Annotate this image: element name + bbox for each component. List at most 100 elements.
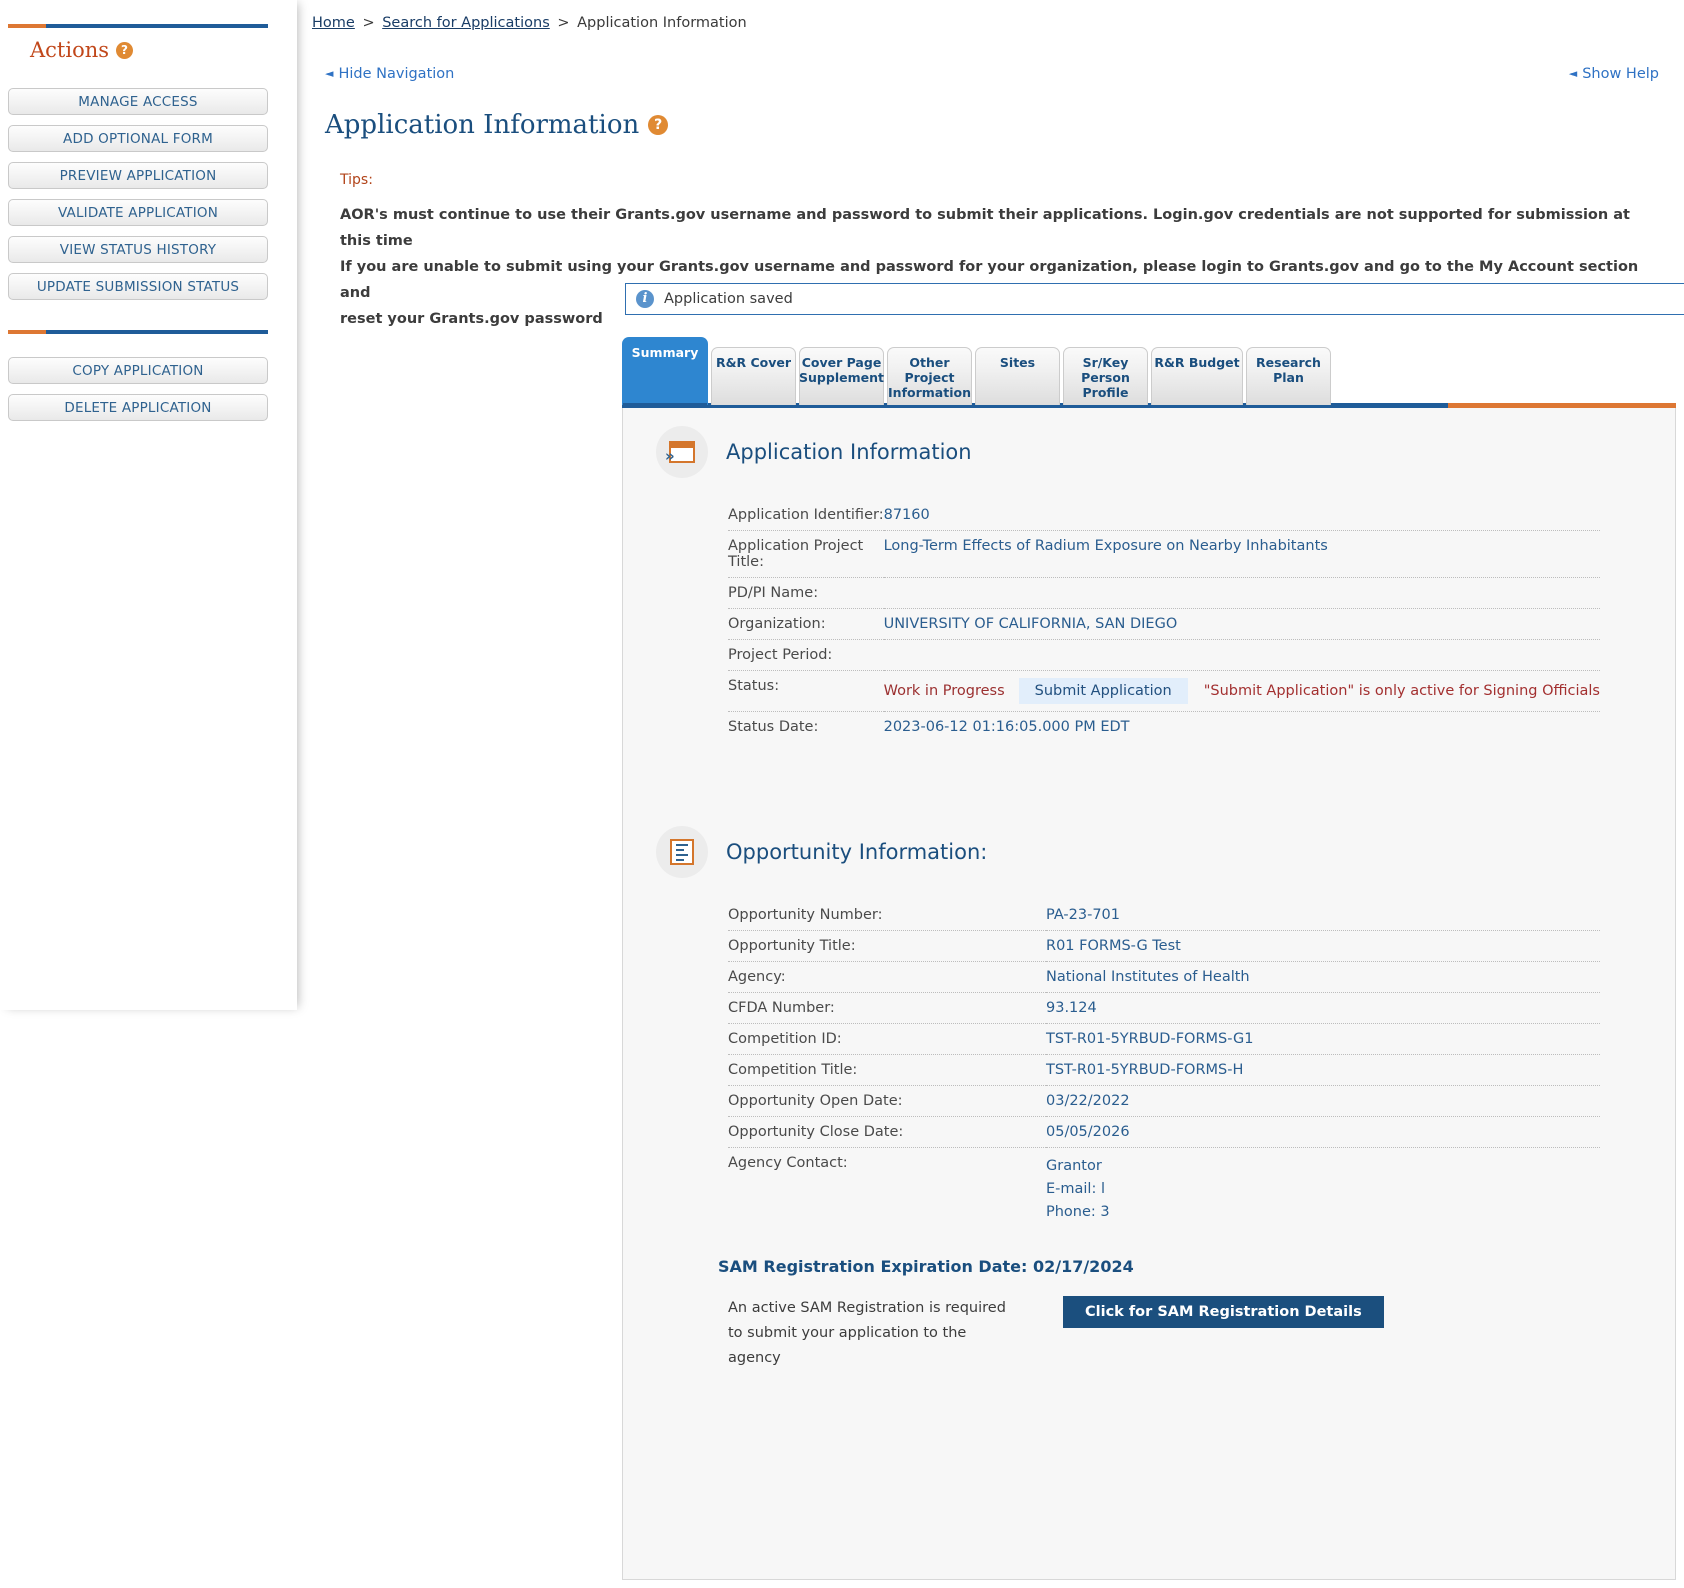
- status-date-value: 2023-06-12 01:16:05.000 PM EDT: [884, 712, 1600, 743]
- alert-message: Application saved: [664, 291, 793, 307]
- view-status-history-button[interactable]: VIEW STATUS HISTORY: [8, 236, 268, 263]
- opportunity-number-value: PA-23-701: [1046, 900, 1600, 931]
- opportunity-title-value: R01 FORMS-G Test: [1046, 931, 1600, 962]
- caret-left-icon: ◄: [1569, 67, 1577, 80]
- opportunity-information-title: Opportunity Information:: [726, 840, 987, 864]
- agency-contact-name: Grantor: [1046, 1155, 1118, 1178]
- validate-application-button[interactable]: VALIDATE APPLICATION: [8, 199, 268, 226]
- sam-registration-expiration-title: SAM Registration Expiration Date: 02/17/…: [718, 1257, 1675, 1276]
- document-lines-icon: [656, 826, 708, 878]
- submit-application-note: "Submit Application" is only active for …: [1204, 683, 1600, 699]
- table-row: Application Identifier: 87160: [728, 500, 1600, 531]
- pd-pi-name-value: [884, 578, 1600, 609]
- help-icon[interactable]: ?: [648, 115, 668, 135]
- project-period-label: Project Period:: [728, 640, 884, 671]
- main-content: Home > Search for Applications > Applica…: [297, 0, 1684, 1588]
- tab-cover-page-supplement[interactable]: Cover Page Supplement: [799, 347, 884, 405]
- table-row: Status Date: 2023-06-12 01:16:05.000 PM …: [728, 712, 1600, 743]
- organization-value: UNIVERSITY OF CALIFORNIA, SAN DIEGO: [884, 609, 1600, 640]
- tab-rr-cover[interactable]: R&R Cover: [711, 347, 796, 405]
- table-row: Application Project Title: Long-Term Eff…: [728, 531, 1600, 578]
- show-help-label: Show Help: [1582, 66, 1659, 82]
- sidebar-middle-divider: [8, 330, 268, 334]
- table-row: Competition Title: TST-R01-5YRBUD-FORMS-…: [728, 1055, 1600, 1086]
- competition-title-value: TST-R01-5YRBUD-FORMS-H: [1046, 1055, 1600, 1086]
- show-help-toggle[interactable]: ◄ Show Help: [1569, 66, 1659, 82]
- application-identifier-label: Application Identifier:: [728, 500, 884, 531]
- application-identifier-value: 87160: [884, 500, 1600, 531]
- tips-line-1: AOR's must continue to use their Grants.…: [340, 202, 1664, 254]
- help-icon[interactable]: ?: [116, 42, 133, 59]
- organization-label: Organization:: [728, 609, 884, 640]
- table-row: Organization: UNIVERSITY OF CALIFORNIA, …: [728, 609, 1600, 640]
- copy-application-button[interactable]: COPY APPLICATION: [8, 357, 268, 384]
- table-row: Project Period:: [728, 640, 1600, 671]
- status-label: Status:: [728, 671, 884, 712]
- info-icon: i: [636, 290, 654, 308]
- competition-title-label: Competition Title:: [728, 1055, 1046, 1086]
- hide-navigation-label: Hide Navigation: [338, 66, 454, 82]
- breadcrumb-current: Application Information: [577, 15, 747, 31]
- agency-contact-label: Agency Contact:: [728, 1148, 1046, 1232]
- submit-application-button[interactable]: Submit Application: [1019, 678, 1188, 704]
- summary-panel: » Application Information Application Id…: [622, 408, 1676, 1580]
- status-alert-banner: i Application saved: [625, 283, 1684, 315]
- opportunity-information-heading: Opportunity Information:: [623, 826, 1675, 878]
- tab-summary[interactable]: Summary: [622, 337, 708, 405]
- agency-label: Agency:: [728, 962, 1046, 993]
- project-period-value: [884, 640, 1600, 671]
- caret-left-icon: ◄: [325, 67, 333, 80]
- application-information-table: Application Identifier: 87160 Applicatio…: [728, 500, 1600, 742]
- hide-navigation-toggle[interactable]: ◄ Hide Navigation: [325, 66, 454, 82]
- actions-sidebar: Actions ? MANAGE ACCESS ADD OPTIONAL FOR…: [0, 0, 297, 1010]
- add-optional-form-button[interactable]: ADD OPTIONAL FORM: [8, 125, 268, 152]
- application-project-title-value: Long-Term Effects of Radium Exposure on …: [884, 531, 1600, 578]
- status-value: Work in Progress: [884, 683, 1005, 699]
- form-tabs: Summary R&R Cover Cover Page Supplement …: [622, 335, 1334, 405]
- window-arrow-icon: »: [656, 426, 708, 478]
- table-row: PD/PI Name:: [728, 578, 1600, 609]
- breadcrumb: Home > Search for Applications > Applica…: [312, 15, 747, 31]
- preview-application-button[interactable]: PREVIEW APPLICATION: [8, 162, 268, 189]
- table-row: Opportunity Number: PA-23-701: [728, 900, 1600, 931]
- page-title: Application Information ?: [325, 110, 668, 140]
- competition-id-label: Competition ID:: [728, 1024, 1046, 1055]
- breadcrumb-separator-2: >: [557, 15, 569, 31]
- status-cell: Work in Progress Submit Application "Sub…: [884, 671, 1600, 712]
- application-information-title: Application Information: [726, 440, 972, 464]
- manage-access-button[interactable]: MANAGE ACCESS: [8, 88, 268, 115]
- tab-other-project-information[interactable]: Other Project Information: [887, 347, 972, 405]
- status-date-label: Status Date:: [728, 712, 884, 743]
- cfda-number-label: CFDA Number:: [728, 993, 1046, 1024]
- agency-contact-value: Grantor E-mail: l Phone: 3: [1046, 1148, 1600, 1232]
- pd-pi-name-label: PD/PI Name:: [728, 578, 884, 609]
- tab-sites[interactable]: Sites: [975, 347, 1060, 405]
- table-row: Agency: National Institutes of Health: [728, 962, 1600, 993]
- table-row: Agency Contact: Grantor E-mail: l Phone:…: [728, 1148, 1600, 1232]
- actions-header-label: Actions: [30, 38, 109, 62]
- table-row: Competition ID: TST-R01-5YRBUD-FORMS-G1: [728, 1024, 1600, 1055]
- section-gap: [623, 742, 1675, 802]
- opportunity-close-date-label: Opportunity Close Date:: [728, 1117, 1046, 1148]
- update-submission-status-button[interactable]: UPDATE SUBMISSION STATUS: [8, 273, 268, 300]
- tab-rr-budget[interactable]: R&R Budget: [1151, 347, 1243, 405]
- table-row: CFDA Number: 93.124: [728, 993, 1600, 1024]
- agency-contact-phone: Phone: 3: [1046, 1201, 1118, 1224]
- cfda-number-value: 93.124: [1046, 993, 1600, 1024]
- agency-contact-email: E-mail: l: [1046, 1178, 1118, 1201]
- breadcrumb-search-link[interactable]: Search for Applications: [382, 15, 550, 31]
- delete-application-button[interactable]: DELETE APPLICATION: [8, 394, 268, 421]
- opportunity-number-label: Opportunity Number:: [728, 900, 1046, 931]
- tab-sr-key-person-profile[interactable]: Sr/Key Person Profile: [1063, 347, 1148, 405]
- competition-id-value: TST-R01-5YRBUD-FORMS-G1: [1046, 1024, 1600, 1055]
- opportunity-open-date-label: Opportunity Open Date:: [728, 1086, 1046, 1117]
- application-information-heading: » Application Information: [623, 426, 1675, 478]
- table-row: Opportunity Title: R01 FORMS-G Test: [728, 931, 1600, 962]
- tab-research-plan[interactable]: Research Plan: [1246, 347, 1331, 405]
- sam-registration-details-button[interactable]: Click for SAM Registration Details: [1063, 1296, 1384, 1328]
- breadcrumb-home-link[interactable]: Home: [312, 15, 355, 31]
- sam-registration-note: An active SAM Registration is required t…: [728, 1296, 1018, 1371]
- breadcrumb-separator-1: >: [362, 15, 374, 31]
- sidebar-top-divider: [8, 24, 268, 28]
- page-title-text: Application Information: [325, 110, 639, 140]
